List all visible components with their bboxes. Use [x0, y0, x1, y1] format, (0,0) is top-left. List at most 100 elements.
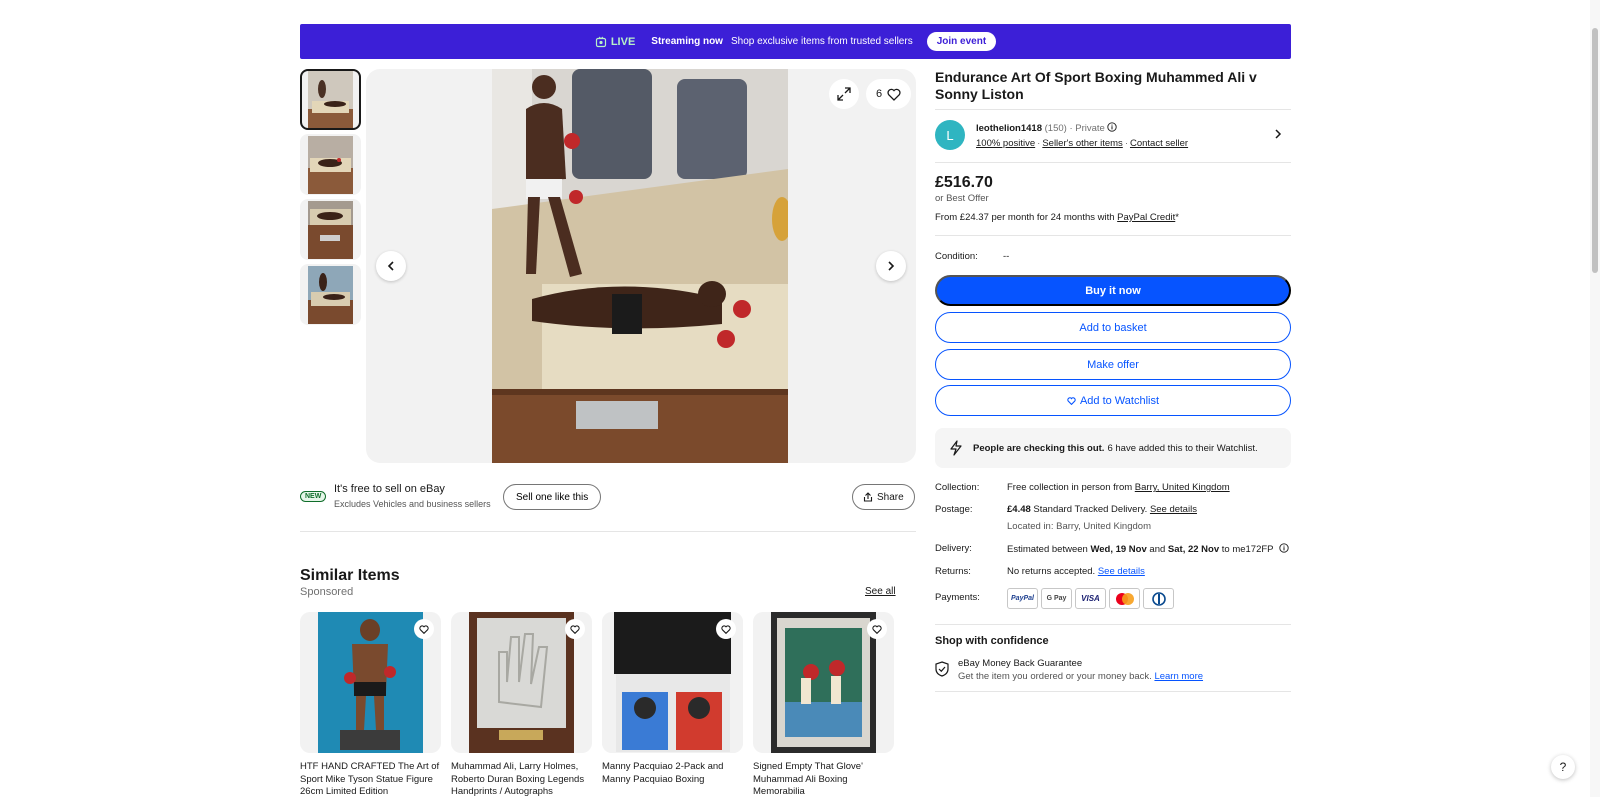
sponsored-label: Sponsored	[300, 586, 354, 598]
info-icon[interactable]	[1279, 543, 1289, 553]
heart-icon	[419, 624, 429, 634]
seller-other-items-link[interactable]: Seller's other items	[1042, 138, 1122, 149]
scrollbar[interactable]	[1590, 0, 1600, 797]
similar-item-card[interactable]: Muhammad Ali, Larry Holmes, Roberto Dura…	[451, 612, 592, 797]
previous-image-button[interactable]	[376, 251, 406, 281]
finance-asterisk: *	[1175, 212, 1179, 223]
similar-item-image	[300, 612, 441, 753]
visa-logo-icon: VISA	[1075, 588, 1106, 609]
thumbnail-3[interactable]	[300, 199, 361, 260]
seller-links: 100% positive · Seller's other items · Conta…	[976, 138, 1189, 149]
make-offer-button[interactable]: Make offer	[935, 349, 1291, 380]
paypal-logo-icon: PayPal	[1007, 588, 1038, 609]
contact-seller-link[interactable]: Contact seller	[1130, 138, 1188, 149]
collection-location-link[interactable]: Barry, United Kingdom	[1135, 482, 1230, 493]
similar-item-card[interactable]: Signed Empty That Glove' Muhammad Ali Bo…	[753, 612, 894, 797]
sell-title: It's free to sell on eBay	[334, 483, 445, 495]
delivery-label: Delivery:	[935, 543, 972, 554]
thumbnail-2[interactable]	[300, 134, 361, 195]
sell-subtitle: Excludes Vehicles and business sellers	[334, 499, 491, 509]
thumbnail-image	[308, 135, 353, 194]
similar-item-title[interactable]: Signed Empty That Glove' Muhammad Ali Bo…	[753, 761, 894, 797]
finance-text: From £24.37 per month for 24 months with	[935, 212, 1118, 223]
mastercard-logo-icon	[1109, 588, 1140, 609]
avatar: L	[935, 120, 965, 150]
live-label: LIVE	[610, 35, 636, 48]
similar-item-image	[602, 612, 743, 753]
product-thumbnail	[469, 612, 574, 753]
postage-price: £4.48	[1007, 504, 1031, 515]
product-photo	[492, 69, 788, 463]
payment-methods: PayPal G Pay VISA	[1007, 588, 1174, 609]
see-all-link[interactable]: See all	[865, 586, 896, 597]
join-event-button[interactable]: Join event	[926, 32, 997, 51]
help-button[interactable]: ?	[1551, 755, 1575, 779]
diners-club-logo-icon	[1143, 588, 1174, 609]
next-image-button[interactable]	[876, 251, 906, 281]
heart-icon	[887, 88, 901, 101]
delivery-prefix: Estimated between	[1007, 544, 1091, 555]
thumbnail-image	[308, 71, 353, 128]
buy-it-now-button[interactable]: Buy it now	[935, 275, 1291, 306]
watchers-bold: People are checking this out.	[973, 442, 1105, 454]
info-icon[interactable]	[1107, 122, 1118, 132]
sell-promo: NEW It's free to sell on eBay Excludes V…	[300, 481, 916, 513]
similar-item-card[interactable]: Manny Pacquiao 2-Pack and Manny Pacquiao…	[602, 612, 743, 797]
thumbnail-1[interactable]	[300, 69, 361, 130]
seller-name[interactable]: leothelion1418	[976, 123, 1042, 134]
heart-icon	[872, 624, 882, 634]
live-event-banner[interactable]: LIVE Streaming now Shop exclusive items …	[300, 24, 1291, 59]
condition-value: --	[1003, 251, 1010, 262]
returns-text: No returns accepted.	[1007, 566, 1098, 577]
shield-check-icon	[935, 661, 949, 677]
similar-item-title[interactable]: Manny Pacquiao 2-Pack and Manny Pacquiao…	[602, 761, 743, 797]
finance-info: From £24.37 per month for 24 months with…	[935, 212, 1179, 223]
located-in: Located in: Barry, United Kingdom	[1007, 521, 1151, 532]
money-back-guarantee-text: Get the item you ordered or your money b…	[958, 671, 1204, 682]
divider	[300, 531, 916, 532]
paypal-credit-link[interactable]: PayPal Credit	[1117, 212, 1175, 223]
watch-heart-button[interactable]	[716, 619, 736, 639]
live-indicator: LIVE	[595, 36, 635, 48]
main-product-image[interactable]: 6	[366, 69, 916, 463]
thumbnail-image	[308, 200, 353, 259]
learn-more-link[interactable]: Learn more	[1154, 671, 1203, 682]
chevron-right-icon	[888, 261, 895, 271]
streaming-label: Streaming now	[651, 36, 723, 47]
thumbnail-4[interactable]	[300, 264, 361, 325]
seller-feedback-count: (150)	[1044, 123, 1067, 134]
chevron-left-icon	[387, 261, 394, 271]
watch-count-button[interactable]: 6	[866, 79, 912, 109]
add-to-basket-button[interactable]: Add to basket	[935, 312, 1291, 343]
delivery-and: and	[1146, 544, 1168, 555]
postage-see-details-link[interactable]: See details	[1150, 504, 1197, 515]
watch-heart-button[interactable]	[565, 619, 585, 639]
add-to-watchlist-button[interactable]: Add to Watchlist	[935, 385, 1291, 416]
scrollbar-thumb[interactable]	[1592, 28, 1598, 273]
chevron-right-icon[interactable]	[1273, 128, 1283, 140]
postage-text: Standard Tracked Delivery.	[1030, 504, 1150, 515]
watchers-text: 6 have added this to their Watchlist.	[1107, 442, 1258, 454]
best-offer-label: or Best Offer	[935, 193, 989, 204]
similar-item-title[interactable]: HTF HAND CRAFTED The Art of Sport Mike T…	[300, 761, 441, 797]
share-icon	[863, 492, 873, 502]
returns-see-details-link[interactable]: See details	[1098, 566, 1145, 577]
seller-card[interactable]: L leothelion1418 (150) · Private 100% po…	[935, 109, 1291, 163]
new-badge: NEW	[300, 491, 327, 502]
similar-item-title[interactable]: Muhammad Ali, Larry Holmes, Roberto Dura…	[451, 761, 592, 797]
money-back-guarantee-title: eBay Money Back Guarantee	[958, 658, 1083, 669]
heart-icon	[721, 624, 731, 634]
item-price: £516.70	[935, 174, 993, 191]
watch-heart-button[interactable]	[414, 619, 434, 639]
watch-heart-button[interactable]	[867, 619, 887, 639]
sell-one-like-this-button[interactable]: Sell one like this	[503, 484, 602, 510]
similar-item-card[interactable]: HTF HAND CRAFTED The Art of Sport Mike T…	[300, 612, 441, 797]
watch-count: 6	[876, 88, 883, 100]
divider	[935, 691, 1291, 692]
product-thumbnail	[318, 612, 423, 753]
delivery-suffix: to me172FP	[1219, 544, 1274, 555]
lightning-icon	[950, 440, 962, 456]
expand-image-button[interactable]	[829, 79, 859, 109]
positive-feedback-link[interactable]: 100% positive	[976, 138, 1035, 149]
share-button[interactable]: Share	[852, 484, 915, 510]
